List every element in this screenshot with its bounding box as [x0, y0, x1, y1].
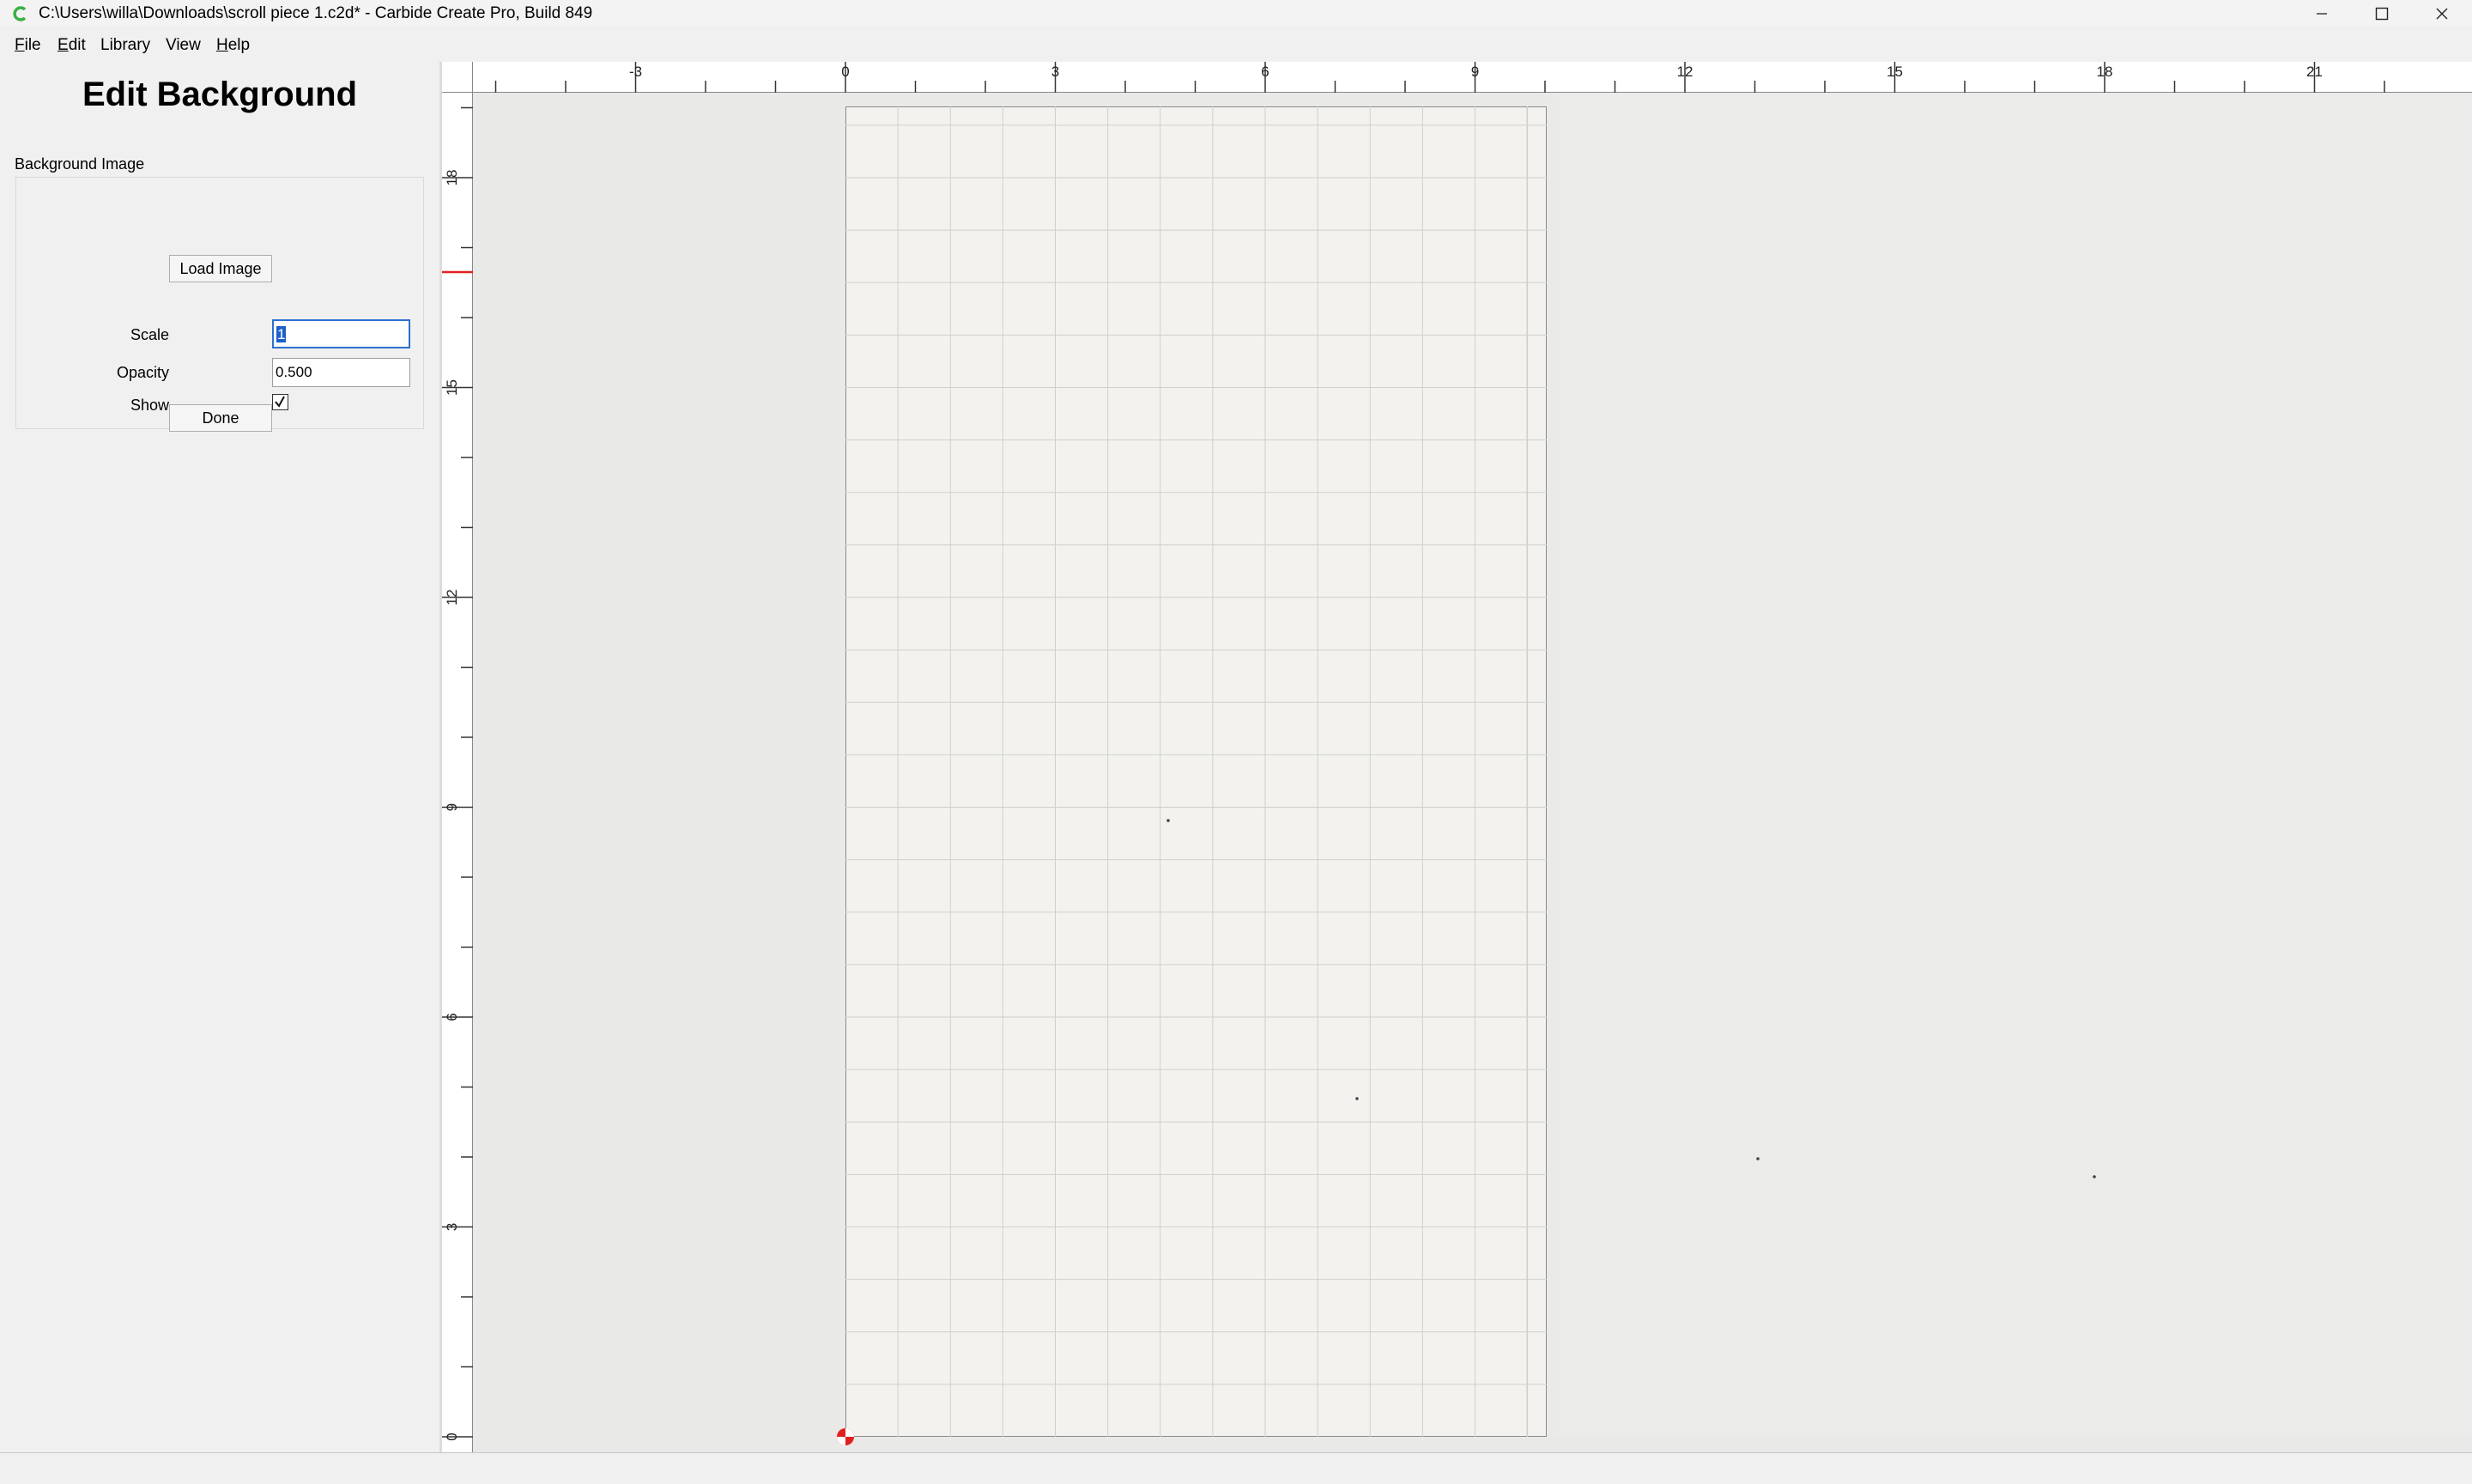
opacity-input[interactable]: 0.500	[272, 358, 410, 387]
scale-input[interactable]: 1	[272, 319, 410, 348]
menu-file-label: ile	[24, 36, 41, 54]
maximize-button[interactable]	[2352, 0, 2412, 27]
menu-file[interactable]: File	[15, 36, 41, 55]
image-speck	[1355, 1097, 1359, 1100]
ruler-label: 12	[1677, 64, 1693, 80]
carbide-logo-icon	[13, 6, 27, 21]
design-canvas[interactable]	[473, 93, 2472, 1452]
maximize-icon	[2375, 7, 2389, 20]
ruler-label: 0	[444, 1433, 460, 1440]
menu-view[interactable]: View	[166, 36, 201, 55]
horizontal-ruler-ticks: -3 0 3 6 9 12 15 18 21	[494, 62, 2385, 93]
menu-library[interactable]: Library	[100, 36, 150, 55]
close-button[interactable]	[2412, 0, 2472, 27]
canvas-overlay	[837, 106, 2096, 1445]
done-button[interactable]: Done	[169, 404, 272, 432]
ruler-label: 15	[1887, 64, 1903, 80]
show-checkbox[interactable]	[272, 394, 288, 410]
ruler-label: 9	[444, 803, 460, 811]
origin-marker-icon	[837, 1428, 854, 1445]
ruler-label: 9	[1471, 64, 1479, 80]
background-image-group-label: Background Image	[15, 155, 145, 173]
menu-bar: File Edit Library View Help	[0, 27, 2472, 62]
ruler-label: 3	[1051, 64, 1059, 80]
menu-help-label: elp	[227, 36, 251, 54]
menu-edit-mnemonic: E	[58, 36, 69, 54]
scale-label: Scale	[130, 326, 169, 343]
ruler-label: 18	[2097, 64, 2113, 80]
ruler-label: 18	[444, 170, 460, 186]
edit-background-panel: Edit Background Background Image Load Im…	[0, 62, 439, 1452]
ruler-label: 21	[2306, 64, 2323, 80]
status-bar	[0, 1452, 2472, 1484]
ruler-corner	[442, 62, 473, 93]
background-image-group: Load Image Scale 1 Opacity 0.500 Show	[15, 177, 424, 429]
opacity-label: Opacity	[116, 364, 169, 381]
title-bar: C:\Users\willa\Downloads\scroll piece 1.…	[0, 0, 2472, 27]
menu-help-mnemonic: H	[216, 36, 228, 54]
ruler-label: 3	[444, 1223, 460, 1231]
menu-edit-label: dit	[68, 36, 86, 54]
vertical-ruler: 0 3 6 9 12 15 18	[442, 93, 473, 1452]
image-speck	[2093, 1175, 2096, 1178]
close-icon	[2436, 8, 2448, 19]
window-title: C:\Users\willa\Downloads\scroll piece 1.…	[39, 4, 593, 22]
vertical-ruler-ticks: 0 3 6 9 12 15 18	[442, 106, 473, 1441]
image-speck	[1166, 819, 1170, 822]
ruler-label: 12	[444, 590, 460, 606]
minimize-button[interactable]	[2292, 0, 2352, 27]
ruler-label: -3	[629, 64, 642, 80]
load-image-button[interactable]: Load Image	[169, 255, 272, 282]
scale-value: 1	[276, 326, 287, 342]
menu-file-mnemonic: F	[15, 36, 25, 54]
ruler-label: 6	[1261, 64, 1269, 80]
checkmark-icon	[275, 396, 285, 408]
minimize-icon	[2317, 12, 2327, 15]
show-label: Show	[130, 397, 169, 414]
menu-edit[interactable]: Edit	[58, 36, 86, 55]
menu-help[interactable]: Help	[216, 36, 250, 55]
ruler-label: 0	[841, 64, 849, 80]
panel-title: Edit Background	[82, 76, 358, 113]
ruler-label: 15	[444, 379, 460, 396]
image-speck	[1756, 1157, 1760, 1160]
ruler-label: 6	[444, 1013, 460, 1021]
horizontal-ruler: -3 0 3 6 9 12 15 18 21	[442, 62, 2472, 93]
